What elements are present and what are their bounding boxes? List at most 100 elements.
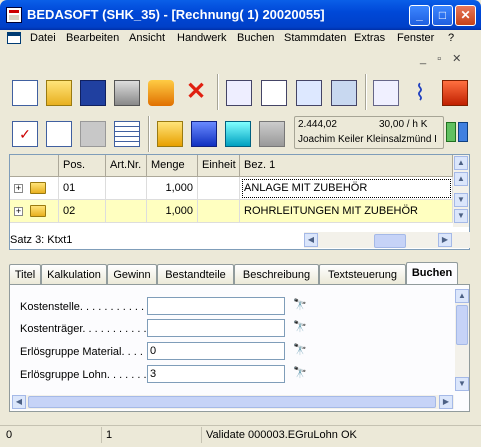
- erloesgruppe-lohn-label: Erlösgruppe Lohn. . . . . . . .: [20, 369, 153, 381]
- document-icon[interactable]: [296, 80, 322, 106]
- binoculars-icon[interactable]: 🔭: [293, 366, 309, 380]
- menu-handwerk[interactable]: Handwerk: [177, 32, 227, 44]
- expand-icon[interactable]: +: [14, 184, 23, 193]
- delete-icon[interactable]: ✕: [183, 80, 209, 106]
- tab-textsteuerung[interactable]: Textsteuerung: [319, 264, 406, 284]
- mdi-minimize-button[interactable]: _: [420, 53, 426, 65]
- scroll-thumb[interactable]: [456, 305, 468, 345]
- scroll-right-button[interactable]: ▶: [439, 395, 453, 409]
- blue-folder-icon[interactable]: [191, 121, 217, 147]
- status-bar: 0 1 Validate 000003.EGruLohn OK: [0, 425, 481, 444]
- cell-bez1[interactable]: ANLAGE MIT ZUBEHÖR: [240, 177, 453, 200]
- table-icon[interactable]: [114, 121, 140, 147]
- amount-value: 2.444,02: [298, 119, 337, 130]
- calendar-icon[interactable]: [442, 80, 468, 106]
- scroll-top-button[interactable]: ▲: [454, 156, 468, 170]
- binoculars-icon[interactable]: 🔭: [293, 298, 309, 312]
- cell-menge[interactable]: 1,000: [147, 200, 198, 223]
- maximize-button[interactable]: □: [432, 5, 453, 26]
- tab-beschreibung[interactable]: Beschreibung: [234, 264, 319, 284]
- row-indicator: +: [10, 177, 59, 200]
- menu-help[interactable]: ?: [448, 32, 454, 44]
- menu-stammdaten[interactable]: Stammdaten: [284, 32, 346, 44]
- scroll-down-button[interactable]: ▼: [455, 377, 469, 391]
- settings-icon[interactable]: [331, 80, 357, 106]
- minimize-button[interactable]: _: [409, 5, 430, 26]
- menu-fenster[interactable]: Fenster: [397, 32, 434, 44]
- scroll-thumb[interactable]: [28, 396, 436, 408]
- scroll-thumb[interactable]: [374, 234, 406, 248]
- scroll-up-button[interactable]: ▲: [454, 172, 468, 186]
- split-view-icon[interactable]: [444, 116, 470, 146]
- toolbar-separator: [217, 74, 219, 110]
- find-icon[interactable]: [373, 80, 399, 106]
- attachment-icon[interactable]: ⌇: [407, 80, 433, 106]
- status-message: Validate 000003.EGruLohn OK: [206, 429, 357, 441]
- contact-card-icon[interactable]: [226, 80, 252, 106]
- grid-header-bez1[interactable]: Bez. 1: [240, 155, 453, 177]
- grid-horizontal-scrollbar[interactable]: ◀ ▶: [304, 232, 470, 248]
- menu-bearbeiten[interactable]: Bearbeiten: [66, 32, 119, 44]
- scroll-bottom-button[interactable]: ▼: [454, 209, 468, 223]
- refresh-icon[interactable]: [80, 121, 106, 147]
- tab-strip: Titel Kalkulation Gewinn Bestandteile Be…: [9, 262, 470, 286]
- cell-artnr[interactable]: [106, 177, 147, 200]
- tab-kalkulation[interactable]: Kalkulation: [41, 264, 107, 284]
- scroll-up-button[interactable]: ▲: [455, 289, 469, 303]
- toolbar-separator: [365, 74, 367, 110]
- save-icon[interactable]: [80, 80, 106, 106]
- kostentraeger-input[interactable]: [147, 319, 285, 337]
- cell-artnr[interactable]: [106, 200, 147, 223]
- panel-vertical-scrollbar[interactable]: ▲ ▼: [455, 289, 469, 391]
- scroll-left-button[interactable]: ◀: [12, 395, 26, 409]
- tab-gewinn[interactable]: Gewinn: [107, 264, 157, 284]
- cell-einheit[interactable]: [198, 177, 240, 200]
- binoculars-icon[interactable]: 🔭: [293, 343, 309, 357]
- gray-folder-icon[interactable]: [259, 121, 285, 147]
- search-document-icon[interactable]: [46, 121, 72, 147]
- toolbar-separator: [148, 116, 150, 152]
- cyan-folder-icon[interactable]: [225, 121, 251, 147]
- menu-ansicht[interactable]: Ansicht: [129, 32, 165, 44]
- print-icon[interactable]: [114, 80, 140, 106]
- main-toolbar: ✕ ⌇: [4, 68, 477, 113]
- grid-header-artnr[interactable]: Art.Nr.: [106, 155, 147, 177]
- menu-bar: Datei Bearbeiten Ansicht Handwerk Buchen…: [4, 30, 477, 48]
- list-view-icon[interactable]: [261, 80, 287, 106]
- grid-header-einheit[interactable]: Einheit: [198, 155, 240, 177]
- mdi-restore-button[interactable]: ▫: [437, 53, 441, 65]
- erloesgruppe-lohn-input[interactable]: 3: [147, 365, 285, 383]
- grid-header-pos[interactable]: Pos.: [59, 155, 106, 177]
- mdi-close-button[interactable]: ✕: [452, 53, 461, 65]
- tab-bestandteile[interactable]: Bestandteile: [157, 264, 234, 284]
- cell-einheit[interactable]: [198, 200, 240, 223]
- menu-extras[interactable]: Extras: [354, 32, 385, 44]
- kostenstelle-input[interactable]: [147, 297, 285, 315]
- grid-vertical-scrollbar[interactable]: ▲ ▲ ▼ ▼: [453, 155, 469, 227]
- cell-menge[interactable]: 1,000: [147, 177, 198, 200]
- checklist-icon[interactable]: ✓: [12, 121, 38, 147]
- rate-value: 30,00 / h K: [379, 119, 428, 130]
- tab-titel[interactable]: Titel: [9, 264, 41, 284]
- panel-horizontal-scrollbar[interactable]: ◀ ▶: [12, 395, 454, 409]
- expand-icon[interactable]: +: [14, 207, 23, 216]
- menu-datei[interactable]: Datei: [30, 32, 56, 44]
- close-button[interactable]: ✕: [455, 5, 476, 26]
- open-folder-icon[interactable]: [46, 80, 72, 106]
- scroll-right-button[interactable]: ▶: [438, 233, 452, 247]
- grid-header-menge[interactable]: Menge: [147, 155, 198, 177]
- cell-bez1[interactable]: ROHRLEITUNGEN MIT ZUBEHÖR: [240, 200, 453, 223]
- binoculars-icon[interactable]: 🔭: [293, 320, 309, 334]
- cell-pos[interactable]: 01: [59, 177, 106, 200]
- scroll-left-button[interactable]: ◀: [304, 233, 318, 247]
- new-document-icon[interactable]: [12, 80, 38, 106]
- tab-buchen[interactable]: Buchen: [406, 262, 458, 286]
- scroll-down-button[interactable]: ▼: [454, 193, 468, 207]
- yellow-folder-icon[interactable]: [157, 121, 183, 147]
- export-icon[interactable]: [148, 80, 174, 106]
- cell-pos[interactable]: 02: [59, 200, 106, 223]
- document-window-icon[interactable]: [7, 32, 21, 44]
- menu-buchen[interactable]: Buchen: [237, 32, 274, 44]
- erloesgruppe-material-input[interactable]: 0: [147, 342, 285, 360]
- buchen-panel: Kostenstelle. . . . . . . . . . . . 🔭 Ko…: [9, 284, 470, 412]
